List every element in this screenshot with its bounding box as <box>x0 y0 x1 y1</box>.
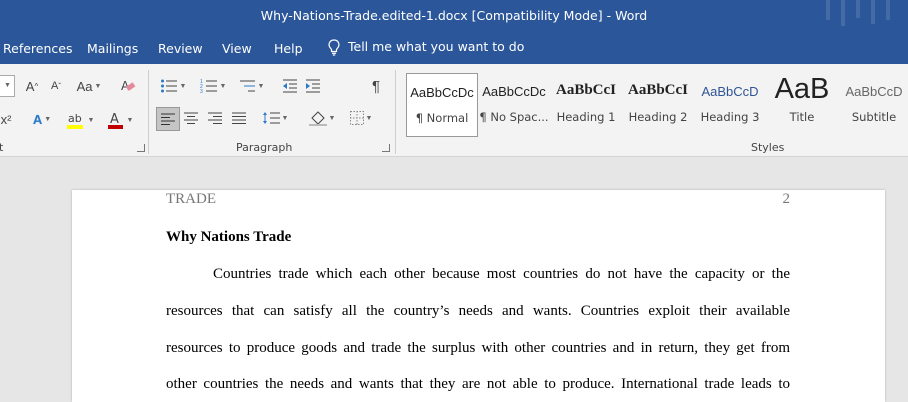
styles-group-label: Styles <box>751 141 785 154</box>
style-name: ¶ Normal <box>415 111 469 125</box>
style-preview: AaBbCcI <box>627 82 688 98</box>
style-normal[interactable]: AaBbCcDc ¶ Normal <box>406 73 478 137</box>
clear-formatting-icon[interactable]: A <box>118 76 138 96</box>
paragraph-line: resources that can satisfy all the count… <box>166 303 790 319</box>
style-preview: AaBbCcDc <box>482 84 546 99</box>
tab-mailings[interactable]: Mailings <box>87 41 138 56</box>
style-name: Heading 2 <box>628 110 688 124</box>
tab-help[interactable]: Help <box>274 41 303 56</box>
font-size-dropdown[interactable]: ▼ <box>0 75 15 97</box>
show-paragraph-marks-icon[interactable]: ¶ <box>366 76 386 96</box>
style-preview: AaB <box>774 73 830 105</box>
title-bar-decoration <box>826 0 830 20</box>
align-right-icon[interactable] <box>205 108 225 128</box>
style-heading-2[interactable]: AaBbCcI Heading 2 <box>623 73 693 135</box>
font-group-label: t <box>0 141 4 154</box>
document-page[interactable] <box>72 190 885 402</box>
change-case-icon[interactable]: Aa ▼ <box>74 76 104 96</box>
decrease-indent-icon[interactable] <box>280 76 300 96</box>
ribbon-divider <box>148 70 149 154</box>
shrink-font-icon[interactable]: Aˇ <box>46 76 66 96</box>
title-bar-decoration <box>886 0 890 20</box>
svg-text:3: 3 <box>200 89 203 94</box>
text-effects-icon[interactable]: A ▼ <box>28 109 56 129</box>
style-subtitle[interactable]: AaBbCcD Subtitle <box>839 73 908 135</box>
style-no-spacing[interactable]: AaBbCcDc ¶ No Spac... <box>479 73 549 135</box>
font-color-icon[interactable]: A ▼ <box>104 109 136 131</box>
style-preview: AaBbCcDc <box>410 85 474 100</box>
ribbon: ▼ A ^ Aˇ Aa ▼ A x² A ▼ ab ▼ A ▼ t ▼ 1 2 3 ▼ ▼ ¶ <box>0 64 908 157</box>
style-preview: AaBbCcI <box>555 82 616 98</box>
ribbon-divider <box>395 70 396 154</box>
style-name: Title <box>789 110 815 124</box>
tell-me-label: Tell me what you want to do <box>348 39 525 54</box>
lightbulb-icon <box>328 39 340 56</box>
style-preview: AaBbCcD <box>701 84 759 99</box>
grow-font-icon[interactable]: A ^ <box>22 76 42 96</box>
paragraph-line: Countries trade which each other because… <box>213 266 790 282</box>
borders-icon[interactable]: ▼ <box>344 108 378 128</box>
ribbon-tab-bar: References Mailings Review View Help Tel… <box>0 32 908 64</box>
svg-text:ab: ab <box>68 112 82 125</box>
title-bar: Why-Nations-Trade.edited-1.docx [Compati… <box>0 0 908 32</box>
tab-view[interactable]: View <box>222 41 252 56</box>
style-name: Heading 1 <box>556 110 616 124</box>
font-dialog-launcher[interactable] <box>137 144 145 152</box>
align-left-icon[interactable] <box>156 107 180 131</box>
multilevel-list-icon[interactable]: ▼ <box>234 76 268 96</box>
highlight-color-icon[interactable]: ab ▼ <box>63 109 97 131</box>
paragraph-line: other countries the needs and wants that… <box>166 376 790 392</box>
style-preview: AaBbCcD <box>845 84 903 99</box>
style-heading-3[interactable]: AaBbCcD Heading 3 <box>695 73 765 135</box>
numbering-icon[interactable]: 1 2 3 ▼ <box>196 76 230 96</box>
page-number: 2 <box>782 191 791 207</box>
style-name: Heading 3 <box>700 110 760 124</box>
bullets-icon[interactable]: ▼ <box>156 76 190 96</box>
shading-icon[interactable]: ▼ <box>305 108 339 128</box>
line-spacing-icon[interactable]: ▼ <box>258 108 292 128</box>
paragraph-group-label: Paragraph <box>236 141 293 154</box>
title-bar-decoration <box>841 0 845 26</box>
style-heading-1[interactable]: AaBbCcI Heading 1 <box>551 73 621 135</box>
document-heading: Why Nations Trade <box>166 229 292 245</box>
style-title[interactable]: AaB Title <box>767 73 837 135</box>
tab-references[interactable]: References <box>3 41 72 56</box>
increase-indent-icon[interactable] <box>303 76 323 96</box>
style-name: ¶ No Spac... <box>479 110 549 124</box>
align-center-icon[interactable] <box>181 108 201 128</box>
running-header: TRADE <box>166 191 216 207</box>
justify-icon[interactable] <box>229 108 249 128</box>
paragraph-line: resources to produce goods and trade the… <box>166 340 790 356</box>
superscript-icon[interactable]: x² <box>0 109 14 129</box>
title-bar-decoration <box>871 0 875 24</box>
tell-me-search[interactable]: Tell me what you want to do <box>328 39 524 56</box>
style-name: Subtitle <box>851 110 897 124</box>
window-title: Why-Nations-Trade.edited-1.docx [Compati… <box>260 8 648 23</box>
paragraph-dialog-launcher[interactable] <box>382 144 390 152</box>
tab-review[interactable]: Review <box>158 41 203 56</box>
title-bar-decoration <box>856 0 860 18</box>
svg-text:A: A <box>110 112 119 127</box>
